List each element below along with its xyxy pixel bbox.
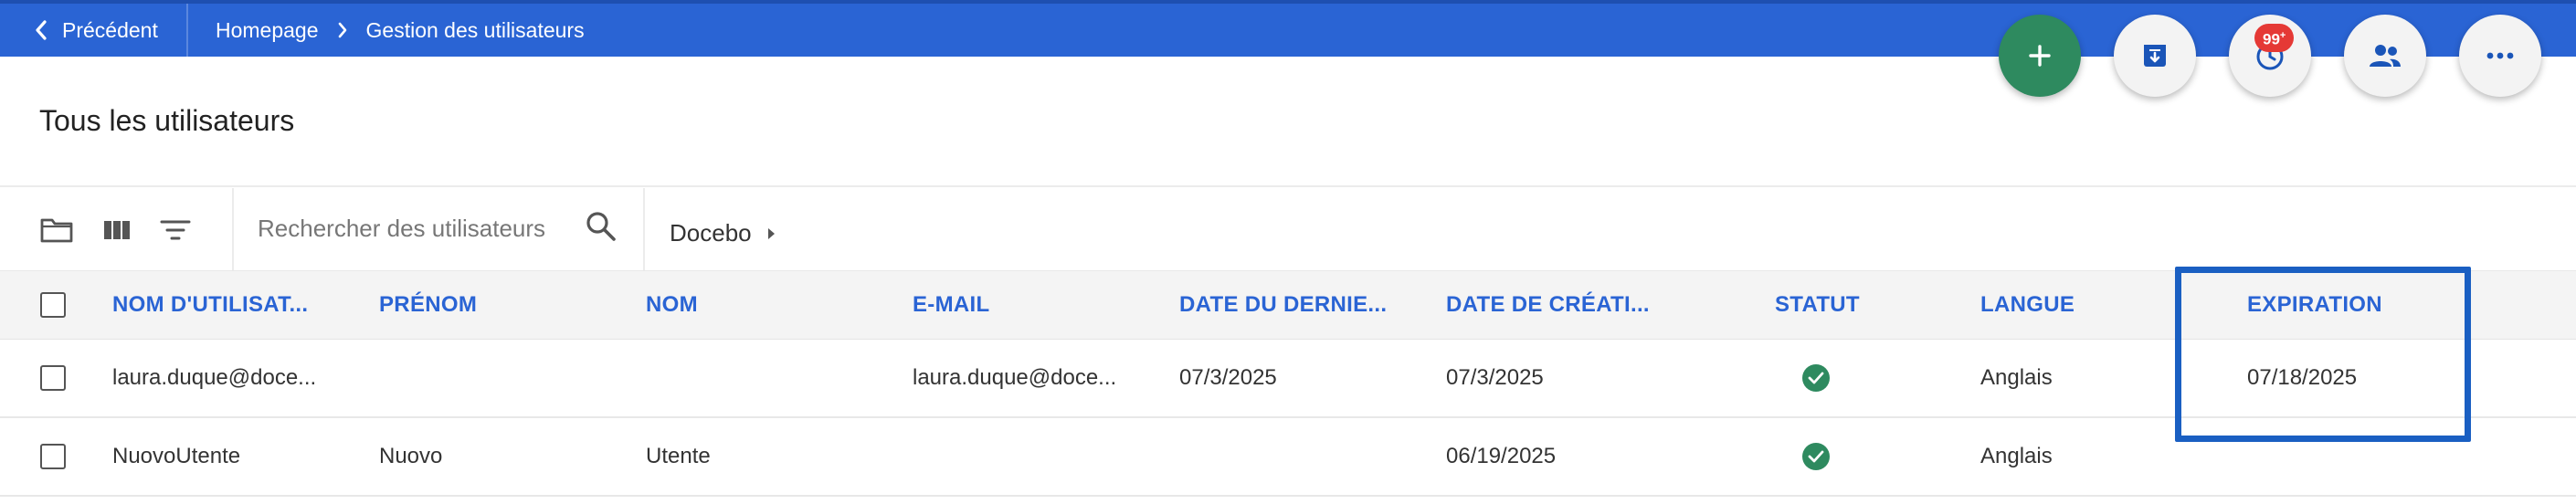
cell-email: laura.duque@doce... bbox=[913, 365, 1117, 390]
column-header-last-login[interactable]: DATE DU DERNIE... bbox=[1179, 271, 1387, 339]
chevron-left-icon bbox=[36, 20, 47, 40]
toolbar-separator bbox=[232, 188, 234, 270]
filter-icon bbox=[160, 220, 191, 240]
branch-selector[interactable]: Docebo bbox=[670, 219, 776, 247]
cell-language: Anglais bbox=[1980, 444, 2053, 468]
cell-created: 07/3/2025 bbox=[1446, 365, 1544, 390]
cell-username: NuovoUtente bbox=[112, 444, 241, 468]
users-icon bbox=[2370, 45, 2401, 67]
table-row[interactable]: NuovoUtente Nuovo Utente 06/19/2025 Angl… bbox=[0, 418, 2576, 497]
toolbar-separator bbox=[643, 188, 645, 270]
column-header-status[interactable]: STATUT bbox=[1775, 271, 1860, 339]
select-all-checkbox[interactable] bbox=[40, 271, 66, 339]
cell-created: 06/19/2025 bbox=[1446, 444, 1557, 468]
plus-icon bbox=[2029, 45, 2051, 67]
cell-expiration: 07/18/2025 bbox=[2247, 365, 2358, 390]
archive-button[interactable] bbox=[2114, 15, 2196, 97]
columns-button[interactable] bbox=[99, 212, 135, 248]
column-header-expiration[interactable]: EXPIRATION bbox=[2247, 271, 2382, 339]
breadcrumb: Homepage Gestion des utilisateurs bbox=[216, 4, 585, 57]
archive-download-icon bbox=[2144, 45, 2166, 67]
groups-button[interactable] bbox=[2344, 15, 2426, 97]
column-header-username[interactable]: NOM D'UTILISAT... bbox=[112, 271, 308, 339]
page-title: Tous les utilisateurs bbox=[39, 104, 295, 137]
search-icon[interactable] bbox=[585, 210, 618, 247]
column-header-language[interactable]: LANGUE bbox=[1980, 271, 2075, 339]
table-row[interactable]: laura.duque@doce... laura.duque@doce... … bbox=[0, 340, 2576, 418]
cell-status bbox=[1802, 340, 1830, 416]
breadcrumb-homepage[interactable]: Homepage bbox=[216, 18, 319, 43]
caret-right-icon bbox=[766, 226, 776, 241]
row-checkbox[interactable] bbox=[40, 340, 66, 416]
cell-first-name: Nuovo bbox=[379, 444, 443, 468]
search-input[interactable] bbox=[258, 208, 568, 248]
folder-tree-button[interactable] bbox=[38, 212, 75, 248]
cell-last-name: Utente bbox=[646, 444, 711, 468]
cell-language: Anglais bbox=[1980, 365, 2053, 390]
row-checkbox[interactable] bbox=[40, 418, 66, 495]
back-button[interactable]: Précédent bbox=[0, 4, 188, 57]
column-header-last-name[interactable]: NOM bbox=[646, 271, 698, 339]
check-circle-icon bbox=[1802, 443, 1830, 470]
table-header: NOM D'UTILISAT... PRÉNOM NOM E-MAIL DATE… bbox=[0, 270, 2576, 340]
more-options-button[interactable] bbox=[2459, 15, 2541, 97]
back-label: Précédent bbox=[62, 17, 158, 42]
cell-username: laura.duque@doce... bbox=[112, 365, 317, 390]
add-user-button[interactable] bbox=[1999, 15, 2081, 97]
cell-last-login: 07/3/2025 bbox=[1179, 365, 1277, 390]
column-header-first-name[interactable]: PRÉNOM bbox=[379, 271, 477, 339]
notification-badge: 99+ bbox=[2254, 24, 2295, 52]
history-button[interactable]: 99+ bbox=[2229, 15, 2311, 97]
column-header-created[interactable]: DATE DE CRÉATI... bbox=[1446, 271, 1650, 339]
more-horizontal-icon bbox=[2486, 52, 2514, 59]
divider bbox=[0, 185, 2576, 187]
breadcrumb-current: Gestion des utilisateurs bbox=[365, 17, 585, 42]
columns-icon bbox=[104, 221, 130, 239]
chevron-right-icon bbox=[337, 22, 348, 38]
filter-button[interactable] bbox=[157, 212, 194, 248]
column-header-email[interactable]: E-MAIL bbox=[913, 271, 989, 339]
branch-label: Docebo bbox=[670, 219, 752, 247]
cell-status bbox=[1802, 418, 1830, 495]
check-circle-icon bbox=[1802, 364, 1830, 392]
folder-icon bbox=[40, 218, 73, 243]
